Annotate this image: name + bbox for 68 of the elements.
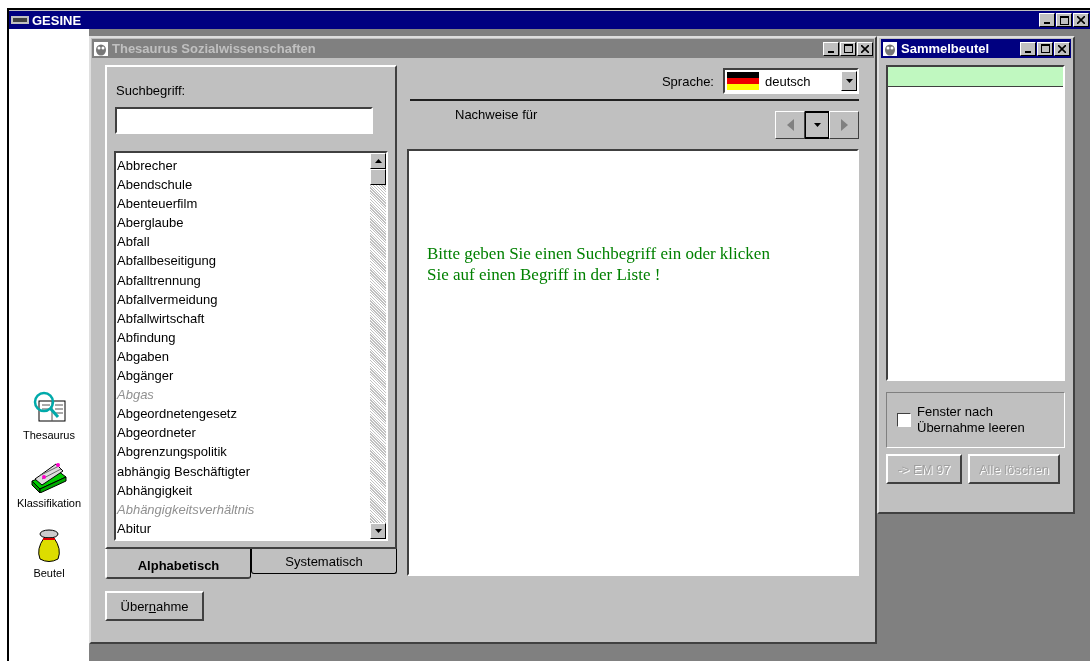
search-field[interactable]	[115, 107, 373, 134]
list-highlight-row[interactable]	[888, 67, 1063, 87]
flag-icon	[727, 72, 759, 90]
close-icon	[861, 44, 869, 53]
language-dropdown[interactable]: deutsch	[723, 68, 859, 94]
tab[interactable]: Systematisch	[251, 549, 397, 574]
minimize-icon	[1044, 22, 1050, 24]
close-button[interactable]	[857, 41, 873, 56]
window-title: Sammelbeutel	[901, 41, 990, 56]
maximize-button[interactable]	[840, 41, 856, 56]
list-item[interactable]: Abbrecher	[116, 156, 370, 176]
money-bag-icon	[36, 529, 62, 563]
caret-icon	[813, 123, 821, 127]
maximize-button[interactable]	[1037, 41, 1053, 56]
list-item[interactable]: Abgaben	[116, 346, 370, 367]
list-item[interactable]: Abgänger	[116, 366, 370, 386]
language-label: Sprache:	[661, 73, 714, 89]
close-button[interactable]	[1073, 13, 1089, 27]
nav-button[interactable]	[805, 111, 829, 139]
minimize-button[interactable]	[1039, 13, 1055, 27]
minimize-icon	[1025, 50, 1031, 53]
left-arrow-icon	[786, 119, 794, 131]
window-title: GESINE	[32, 12, 82, 28]
checkbox-label: Fenster nach Übernahme leeren	[917, 404, 1026, 436]
accept-button[interactable]: Übernahme	[105, 591, 204, 621]
minimize-icon	[828, 50, 834, 53]
list-item[interactable]: Abendschule	[116, 175, 370, 195]
search-label: Suchbegriff:	[116, 83, 187, 98]
list-item[interactable]: Abgrenzungspolitik	[116, 442, 370, 462]
scroll-thumb[interactable]	[370, 169, 386, 185]
close-icon	[1077, 16, 1085, 24]
maximize-button[interactable]	[1056, 13, 1072, 27]
list-item[interactable]: Abfall	[116, 232, 370, 252]
minimize-button[interactable]	[1020, 41, 1036, 56]
maximize-icon	[843, 44, 853, 53]
down-arrow-icon	[374, 529, 382, 533]
list-item[interactable]: Abfindung	[116, 327, 370, 347]
list-item[interactable]: abhängig Beschäftigter	[116, 461, 370, 481]
maximize-icon	[1059, 15, 1069, 25]
up-arrow-icon	[374, 159, 382, 163]
list-item[interactable]: Abenteuerfilm	[116, 194, 370, 214]
close-button[interactable]	[1054, 41, 1070, 56]
list-item[interactable]: Abhängigkeit	[116, 480, 370, 500]
list-item[interactable]: Abitur	[116, 518, 370, 538]
sidebar-item[interactable]: Klassifikation	[16, 461, 82, 509]
maximize-icon	[1040, 44, 1050, 53]
list-item[interactable]: Abgeordneter	[116, 423, 370, 443]
window-title: Thesaurus Sozialwissenschaften	[112, 41, 316, 56]
checkbox[interactable]	[897, 413, 911, 427]
list-item[interactable]: Abgeordnetengesetz	[116, 404, 370, 424]
hint-message: Bitte geben Sie einen Suchbegriff ein oder klicken Sie auf einen Begriff in der Liste !	[427, 243, 771, 285]
close-icon	[1058, 44, 1066, 53]
tab[interactable]: Alphabetisch	[105, 549, 251, 579]
magnifier-book-icon	[31, 391, 67, 425]
list-item[interactable]: Abfalltrennung	[116, 270, 370, 290]
caret-icon	[845, 79, 853, 83]
list-item[interactable]: Abfallvermeidung	[116, 289, 370, 309]
results-label: Nachweise für	[455, 107, 538, 124]
list-item[interactable]: Aberglaube	[116, 213, 370, 233]
right-arrow-icon	[840, 119, 848, 131]
sidebar-item[interactable]: Beutel	[33, 529, 65, 579]
scrollbar[interactable]	[370, 153, 386, 539]
list-item[interactable]: Abfallbeseitigung	[116, 251, 370, 271]
card-box-icon	[30, 461, 68, 493]
sidebar-item[interactable]: Thesaurus	[23, 391, 75, 441]
minimize-button[interactable]	[823, 41, 839, 56]
list-item[interactable]: Abfallwirtschaft	[116, 308, 370, 328]
owl-icon	[883, 41, 897, 56]
